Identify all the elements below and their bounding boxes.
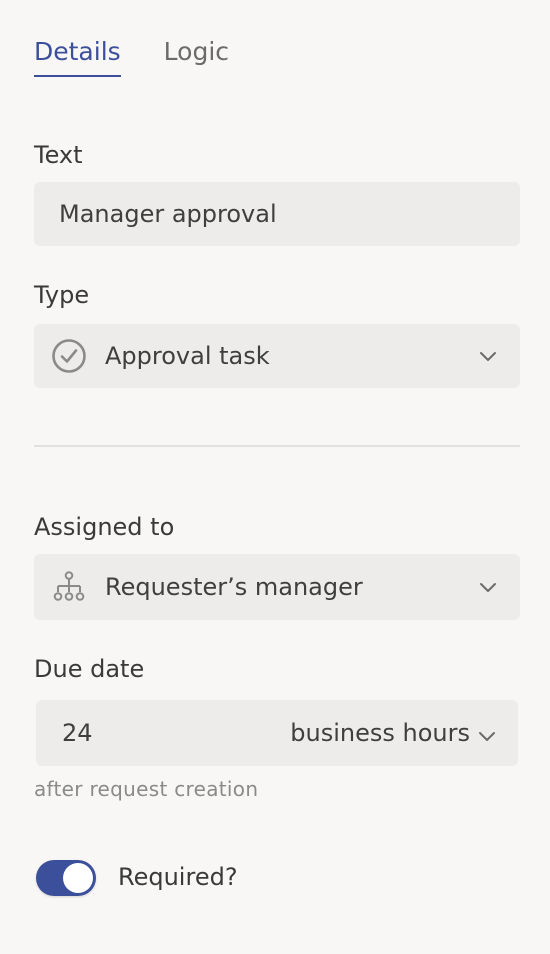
tab-logic[interactable]: Logic [164,36,229,77]
org-chart-icon [51,569,87,605]
chevron-down-icon [478,577,498,597]
due-date-unit-value: business hours [290,719,470,747]
tab-bar: Details Logic [34,36,229,77]
assigned-field-label: Assigned to [34,513,175,541]
type-field-label: Type [34,281,90,309]
chevron-down-icon [478,346,498,366]
due-date-label: Due date [34,655,145,683]
toggle-knob [63,863,93,893]
assigned-select-value: Requester’s manager [105,573,363,601]
due-date-field: 24 business hours [36,700,518,766]
required-label: Required? [118,863,238,891]
type-select-value: Approval task [105,342,270,370]
due-date-amount-input[interactable]: 24 [62,719,290,747]
text-input[interactable]: Manager approval [34,182,520,246]
due-date-unit-select[interactable]: business hours [290,719,496,747]
required-toggle[interactable] [36,860,96,896]
type-select[interactable]: Approval task [34,324,520,388]
tab-details[interactable]: Details [34,36,121,77]
check-circle-icon [51,338,87,374]
text-field-label: Text [34,141,83,169]
due-date-hint: after request creation [34,777,259,801]
text-input-value: Manager approval [59,200,277,228]
assigned-select[interactable]: Requester’s manager [34,554,520,620]
chevron-down-icon [478,730,496,742]
section-divider [34,445,520,447]
